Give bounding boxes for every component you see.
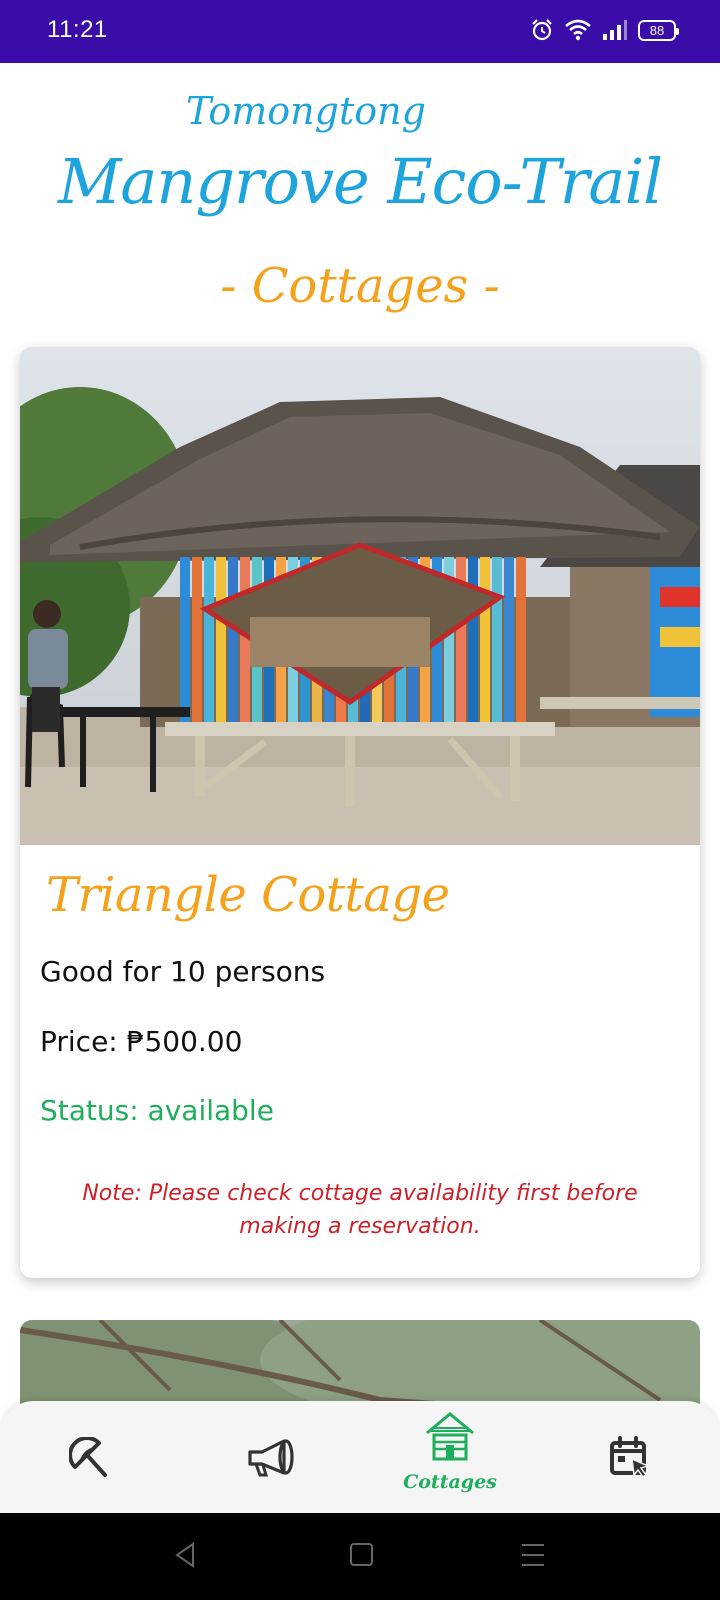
cottage-icon	[426, 1412, 474, 1461]
nav-item-reservations[interactable]	[540, 1401, 720, 1513]
cottage-status: Status: available	[40, 1094, 274, 1127]
header-title: Mangrove Eco-Trail	[57, 145, 663, 218]
nav-item-announcements[interactable]	[180, 1401, 360, 1513]
back-icon[interactable]	[172, 1541, 198, 1569]
beach-umbrella-icon	[69, 1437, 107, 1477]
status-icons: 88	[530, 18, 679, 42]
nav-label-cottages: Cottages	[403, 1471, 497, 1493]
cottage-card[interactable]: Triangle Cottage Good for 10 persons Pri…	[20, 347, 700, 1278]
signal-icon	[603, 20, 627, 40]
header-subtitle: Tomongtong	[186, 89, 426, 133]
cottage-photo	[20, 347, 700, 845]
cottage-capacity: Good for 10 persons	[40, 955, 326, 988]
cottage-price: Price: ₱500.00	[40, 1025, 243, 1058]
bottom-nav: Cottages	[0, 1401, 720, 1513]
home-icon[interactable]	[348, 1541, 374, 1569]
megaphone-icon	[248, 1439, 294, 1477]
calendar-booking-icon	[610, 1436, 651, 1479]
system-nav-bar	[0, 1513, 720, 1600]
cottage-name: Triangle Cottage	[46, 867, 450, 923]
alarm-icon	[532, 19, 552, 41]
section-title: - Cottages -	[220, 258, 500, 314]
battery-icon: 88	[638, 19, 679, 41]
status-time: 11:21	[47, 16, 108, 43]
menu-icon[interactable]	[520, 1541, 546, 1569]
status-bar: 11:21 88	[0, 0, 720, 63]
wifi-icon	[565, 19, 591, 41]
nav-item-beach[interactable]	[0, 1401, 180, 1513]
app-header: Tomongtong Mangrove Eco-Trail - Cottages…	[0, 63, 720, 338]
nav-item-cottages[interactable]: Cottages	[360, 1401, 540, 1513]
availability-note: Note: Please check cottage availability …	[82, 1181, 638, 1239]
